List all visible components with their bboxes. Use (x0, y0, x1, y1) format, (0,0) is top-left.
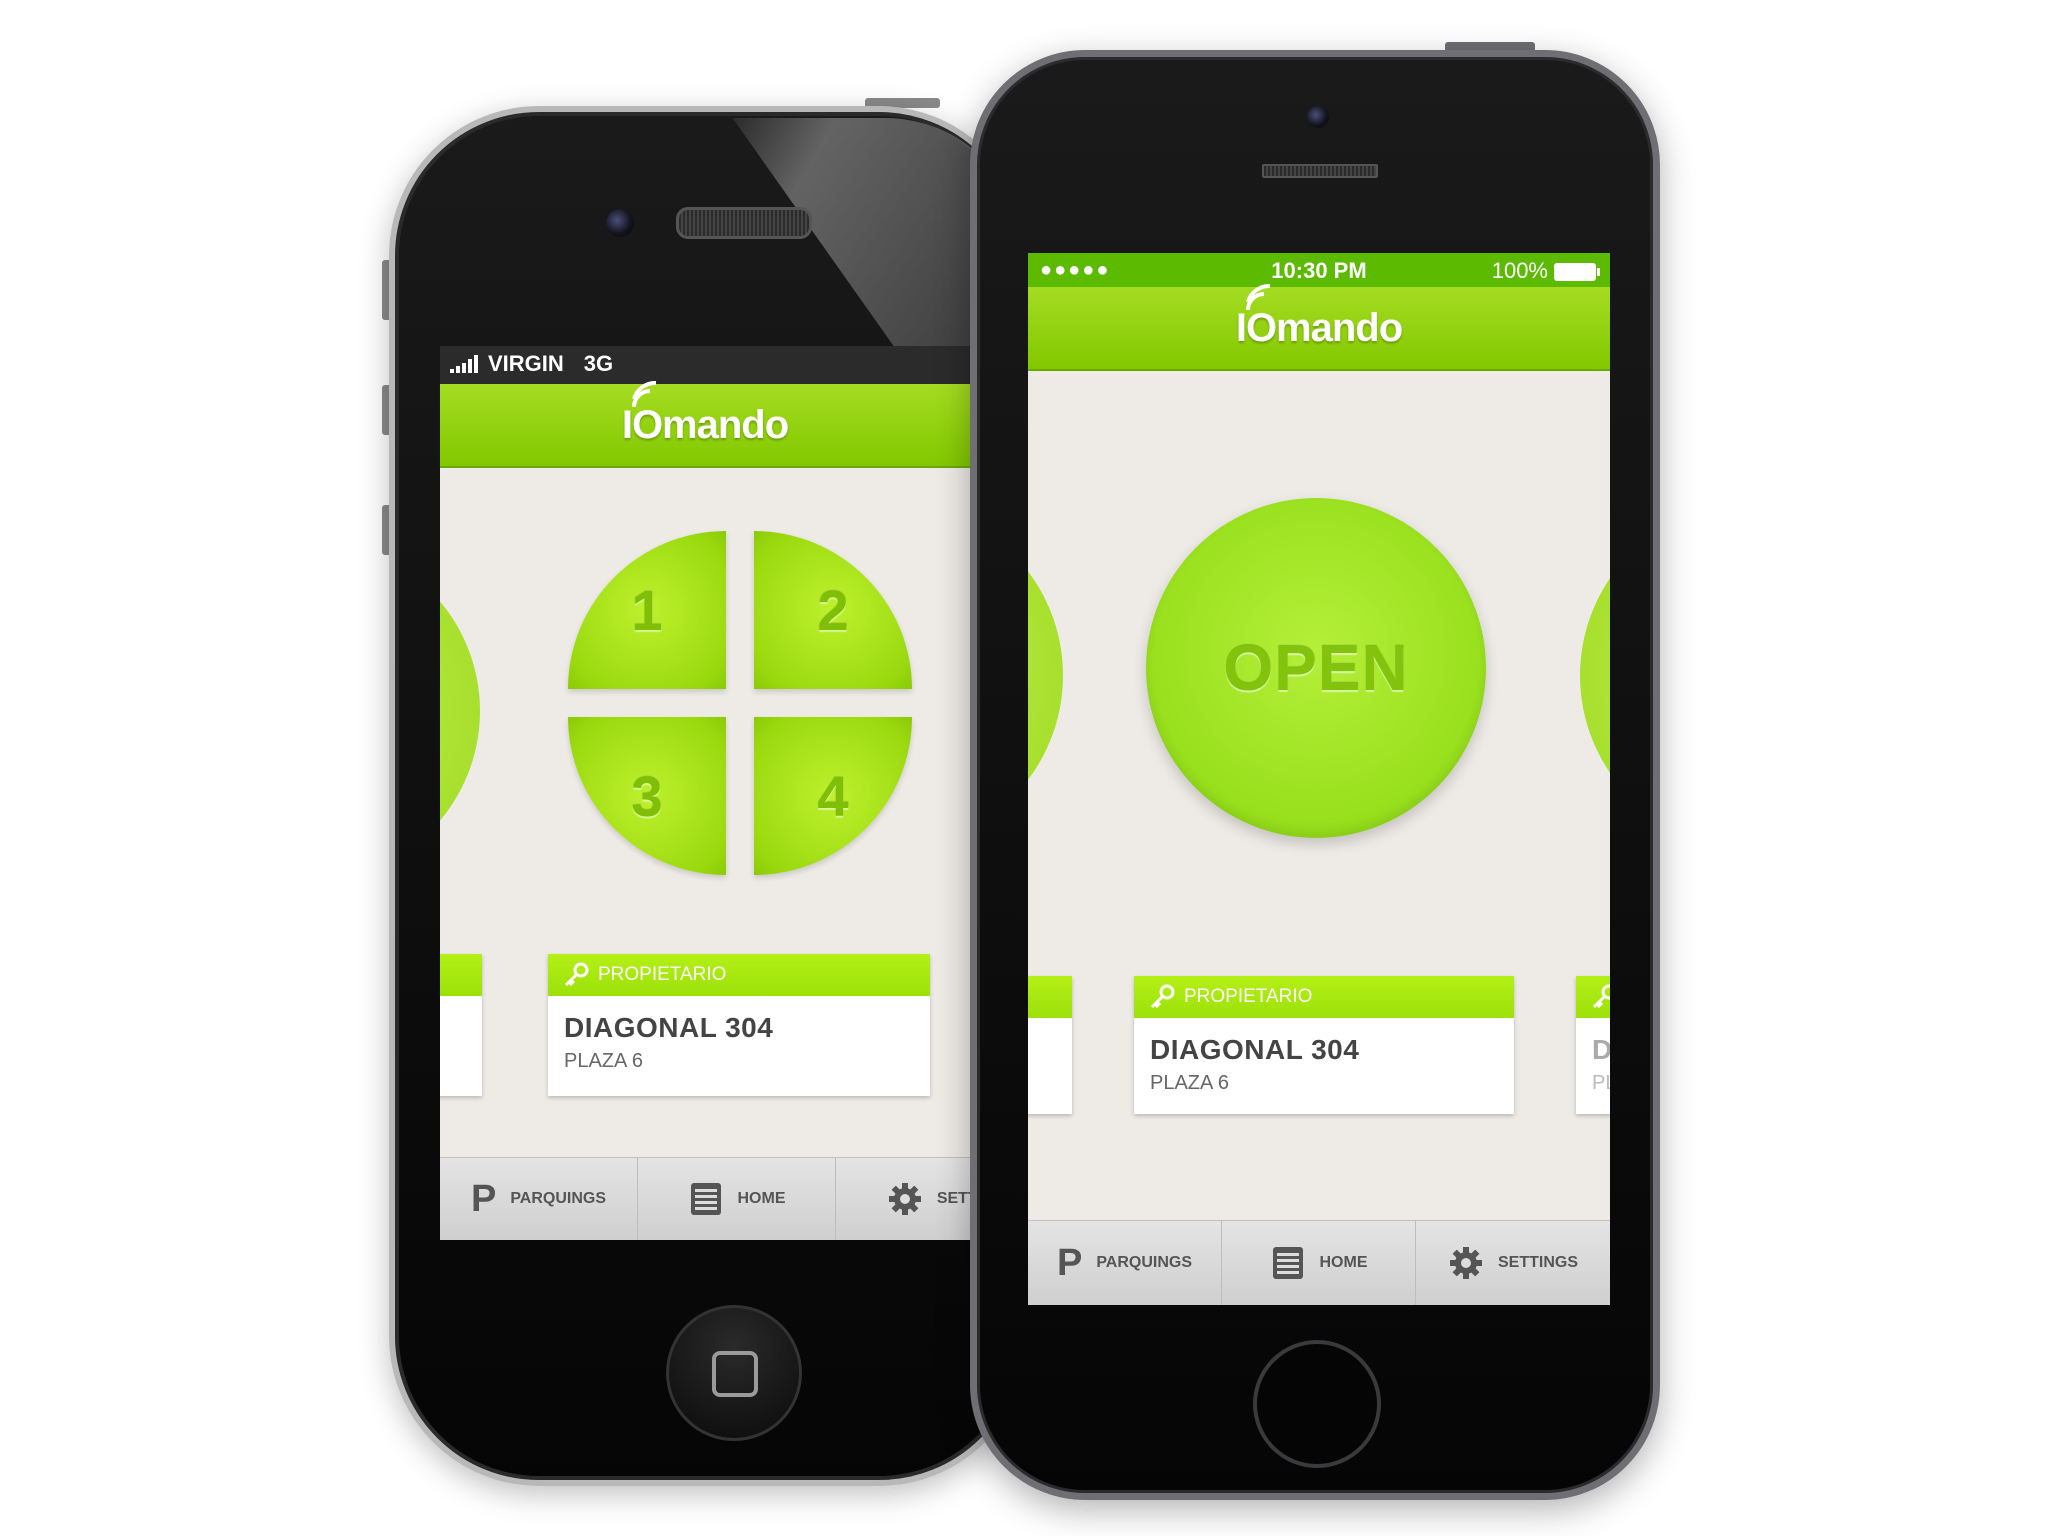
left-phone-screen: VIRGIN 3G IOmando 1 2 3 4 PROPIETARIO DI… (440, 346, 970, 1240)
card-subtitle: PLAZA 6 (1150, 1072, 1229, 1094)
tab-settings[interactable]: SETTI (836, 1158, 970, 1240)
gear-icon (888, 1183, 921, 1215)
parking-icon: P (1056, 1241, 1083, 1284)
parking-icon: P (470, 1177, 497, 1220)
previous-control-peek[interactable] (1028, 503, 1063, 848)
next-control-peek[interactable] (1580, 503, 1610, 848)
carrier-name: VIRGIN (488, 351, 564, 376)
card-title: DI (1592, 1034, 1610, 1065)
right-phone-home-button (1253, 1340, 1381, 1468)
app-header: IOmando (440, 380, 970, 468)
right-phone-camera (1307, 106, 1329, 128)
status-bar: ●●●●● 10:30 PM 100% (1028, 253, 1610, 287)
previous-location-card[interactable] (440, 954, 482, 1096)
app-header: IOmando (1028, 283, 1610, 371)
door-3-button[interactable]: 3 (568, 717, 726, 875)
wifi-icon (1245, 283, 1270, 310)
card-subtitle: PL/ (1592, 1072, 1610, 1094)
left-phone-home-button (666, 1305, 802, 1441)
open-button[interactable]: OPEN (1146, 498, 1486, 838)
card-subtitle: PLAZA 6 (564, 1050, 643, 1072)
left-phone-camera (606, 209, 634, 237)
left-phone-speaker (676, 207, 812, 239)
mockup-stage: VIRGIN 3G IOmando 1 2 3 4 PROPIETARIO DI… (0, 0, 2048, 1536)
location-card[interactable]: PROPIETARIO DIAGONAL 304 PLAZA 6 (548, 954, 930, 1096)
card-header: PROPIETARIO (548, 954, 930, 996)
key-icon (1592, 984, 1610, 1009)
status-bar: VIRGIN 3G (440, 346, 970, 384)
door-1-button[interactable]: 1 (568, 531, 726, 689)
tab-bar: P PARQUINGS HOME (1028, 1220, 1610, 1305)
card-header (1576, 976, 1610, 1018)
wifi-icon (631, 380, 656, 407)
tab-home[interactable]: HOME (1222, 1221, 1416, 1305)
garage-door-icon (690, 1183, 721, 1215)
gear-icon (1449, 1247, 1482, 1279)
battery-percent: 100% (1491, 258, 1548, 283)
app-logo: IOmando (1236, 283, 1403, 351)
key-icon (1150, 984, 1175, 1009)
door-4-button[interactable]: 4 (754, 717, 912, 875)
card-title: DIAGONAL 304 (1150, 1034, 1360, 1065)
next-location-card[interactable]: DI PL/ (1576, 976, 1610, 1114)
tab-home[interactable]: HOME (638, 1158, 836, 1240)
previous-location-card[interactable] (1028, 976, 1072, 1114)
card-role: PROPIETARIO (1184, 986, 1313, 1007)
previous-control-peek[interactable] (440, 541, 480, 881)
card-header: PROPIETARIO (1134, 976, 1514, 1018)
location-card[interactable]: PROPIETARIO DIAGONAL 304 PLAZA 6 (1134, 976, 1514, 1114)
app-logo: IOmando (622, 380, 789, 448)
battery-icon (1554, 263, 1600, 281)
right-phone-speaker (1262, 164, 1378, 178)
tab-parquings[interactable]: P PARQUINGS (440, 1158, 638, 1240)
signal-icon (450, 355, 478, 373)
four-door-control: 1 2 3 4 (568, 531, 912, 875)
key-icon (564, 962, 589, 987)
tab-bar: P PARQUINGS HOME (440, 1157, 970, 1240)
card-role: PROPIETARIO (598, 964, 727, 985)
tab-settings[interactable]: SETTINGS (1416, 1221, 1610, 1305)
card-title: DIAGONAL 304 (564, 1012, 774, 1043)
door-2-button[interactable]: 2 (754, 531, 912, 689)
right-phone-screen: ●●●●● 10:30 PM 100% IOmando OPEN PROPIET… (1028, 253, 1610, 1305)
tab-parquings[interactable]: P PARQUINGS (1028, 1221, 1222, 1305)
garage-door-icon (1272, 1247, 1303, 1279)
network-type: 3G (583, 351, 614, 376)
